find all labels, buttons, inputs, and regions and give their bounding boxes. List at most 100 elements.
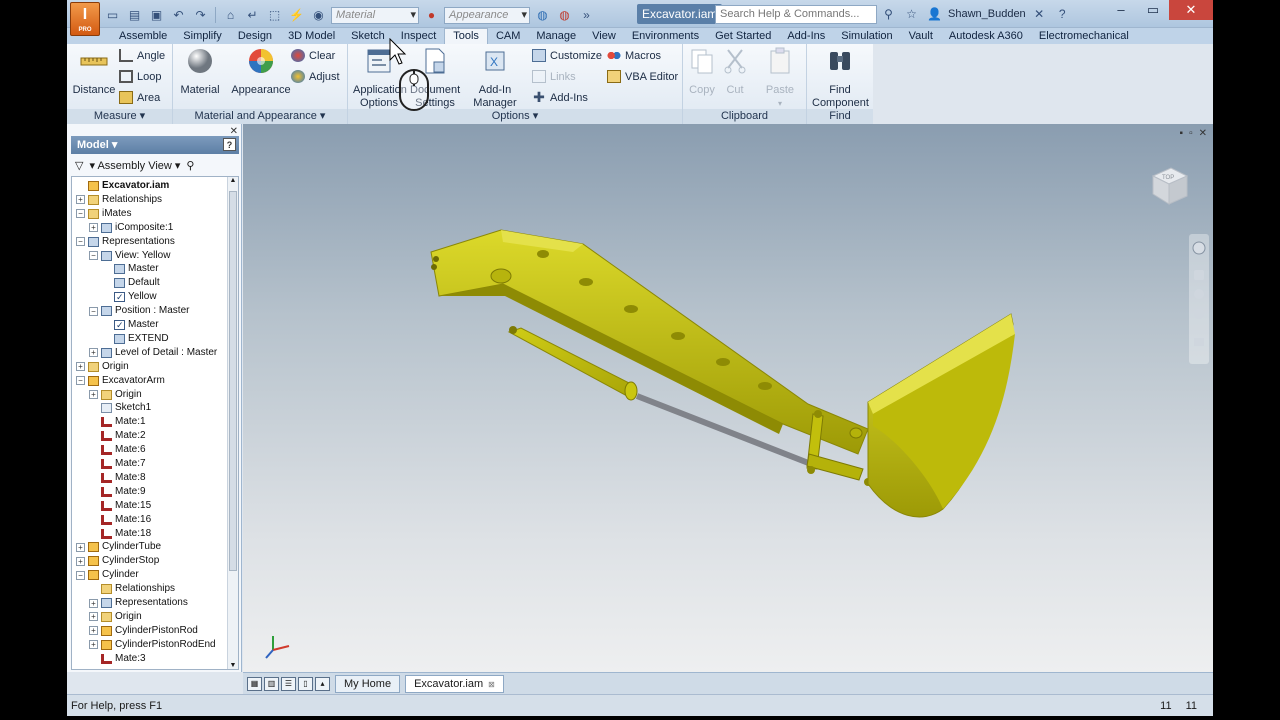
collapse-icon[interactable]: − [76,237,85,247]
expand-icon[interactable]: + [76,195,85,205]
tab-manage[interactable]: Manage [528,29,584,43]
tab-3d-model[interactable]: 3D Model [280,29,343,43]
tree-node[interactable]: Mate:3 [89,652,146,666]
tree-node[interactable]: Relationships [89,582,175,596]
addin-manager-button[interactable]: X Add-In Manager [462,46,528,110]
document-tab[interactable]: Excavator.iam ⊠ [405,674,504,693]
tree-node[interactable]: + Representations [89,596,188,610]
tab-simulation[interactable]: Simulation [833,29,900,43]
close-window-icon[interactable]: ✕ [1169,0,1213,20]
loop-button[interactable]: Loop [119,68,161,85]
expand-icon[interactable]: + [76,542,85,552]
tree-node[interactable]: + Level of Detail : Master [89,346,217,360]
expand-icon[interactable]: + [89,223,98,233]
search-input[interactable]: Search Help & Commands... [715,5,877,24]
tree-node[interactable]: Mate:15 [89,499,151,513]
scroll-up-icon[interactable]: ▲ [228,177,238,184]
find-component-button[interactable]: Find Component [809,46,871,110]
tree-node[interactable]: + CylinderPistonRodEnd [89,638,216,652]
tree-node[interactable]: + Origin [76,360,129,374]
excavator-model[interactable] [243,124,1213,672]
tree-node[interactable]: Mate:16 [89,513,151,527]
collapse-icon[interactable]: − [76,209,85,219]
expand-icon[interactable]: + [89,390,98,399]
tree-node[interactable]: Mate:18 [89,527,151,541]
open-file-icon[interactable]: ▤ [125,7,144,24]
tree-scroll-thumb[interactable] [229,191,237,571]
arrange-vertical-icon[interactable]: ▯ [298,676,313,691]
material-appearance-panel-title[interactable]: Material and Appearance ▾ [173,109,347,124]
tree-node[interactable]: + Origin [89,388,142,402]
document-tab[interactable]: My Home [335,674,401,693]
graphics-window[interactable]: ▪ ▫ ✕ TOP [243,124,1213,672]
adjust-appearance-icon[interactable]: ◍ [555,7,574,24]
browser-help-icon[interactable]: ? [223,138,236,151]
collapse-icon[interactable]: − [89,306,98,316]
tree-scrollbar[interactable]: ▲ ▼ [227,177,238,669]
tree-node[interactable]: Mate:6 [89,443,146,457]
user-icon[interactable]: 👤 [925,6,944,23]
tree-node[interactable]: − View: Yellow [89,249,170,263]
tree-node[interactable]: + CylinderStop [76,554,159,568]
tree-node[interactable]: Master [102,318,159,332]
tree-node[interactable]: − Position : Master [89,304,189,318]
adjust-button[interactable]: Adjust [291,68,340,85]
home-icon[interactable]: ⌂ [221,7,240,24]
appearance-ball-icon[interactable]: ● [422,7,441,24]
tree-node[interactable]: + Origin [89,610,142,624]
tab-autodesk-a360[interactable]: Autodesk A360 [941,29,1031,43]
appearance-button[interactable]: Appearance [229,46,293,97]
vba-editor-button[interactable]: VBA Editor [607,68,678,85]
browser-header[interactable]: Model ▾ ? [71,136,239,154]
expand-icon[interactable]: + [89,612,98,622]
cut-button[interactable]: Cut [719,46,751,97]
tab-design[interactable]: Design [230,29,280,43]
update-icon[interactable]: ⚡ [287,7,306,24]
tab-assemble[interactable]: Assemble [111,29,175,43]
tree-node[interactable]: − iMates [76,207,131,221]
tree-node[interactable]: Sketch1 [89,401,151,415]
collapse-icon[interactable]: − [76,376,85,386]
tab-menu-icon[interactable]: ▴ [315,676,330,691]
excavator-arm[interactable] [430,229,869,455]
material-combo[interactable]: Material [331,6,419,24]
tree-node[interactable]: Mate:8 [89,471,146,485]
links-button[interactable]: Links [532,68,576,85]
tree-node[interactable]: Yellow [102,290,157,304]
tree-node[interactable]: Mate:2 [89,429,146,443]
tree-node[interactable]: Mate:9 [89,485,146,499]
browser-find-icon[interactable]: ⚲ [186,159,194,172]
tab-vault[interactable]: Vault [901,29,941,43]
application-menu-button[interactable]: I PRO [70,2,100,36]
tab-tools[interactable]: Tools [444,28,488,44]
binoculars-icon[interactable]: ⚲ [879,6,898,23]
tab-sketch[interactable]: Sketch [343,29,393,43]
tree-node[interactable]: Default [102,276,160,290]
expand-icon[interactable]: + [76,362,85,372]
collapse-icon[interactable]: − [89,251,98,260]
expand-icon[interactable]: + [89,348,98,358]
expand-icon[interactable]: + [76,556,85,566]
maximize-icon[interactable]: ▭ [1137,0,1169,20]
tree-node[interactable]: + iComposite:1 [89,221,173,235]
more-commands-icon[interactable]: » [577,7,596,24]
expand-icon[interactable]: + [89,640,98,650]
expand-icon[interactable]: + [89,626,98,636]
macros-button[interactable]: Macros [607,47,661,64]
tab-view[interactable]: View [584,29,624,43]
return-icon[interactable]: ↵ [243,7,262,24]
addins-button[interactable]: ✚ Add-Ins [532,89,588,106]
expand-icon[interactable]: + [89,598,98,608]
tree-node[interactable]: Excavator.iam [76,179,169,193]
user-name[interactable]: Shawn_Budden [948,5,1026,23]
tree-node[interactable]: − Cylinder [76,568,139,582]
clear-appearance-icon[interactable]: ◍ [533,7,552,24]
cascade-icon[interactable]: ▥ [264,676,279,691]
collapse-icon[interactable]: − [76,570,85,580]
paste-button[interactable]: Paste ▾ [755,46,805,110]
tab-environments[interactable]: Environments [624,29,707,43]
tree-node[interactable]: + CylinderPistonRod [89,624,198,638]
excavator-bucket[interactable] [849,313,1015,518]
tab-electromechanical[interactable]: Electromechanical [1031,29,1137,43]
tile-windows-icon[interactable]: ▦ [247,676,262,691]
